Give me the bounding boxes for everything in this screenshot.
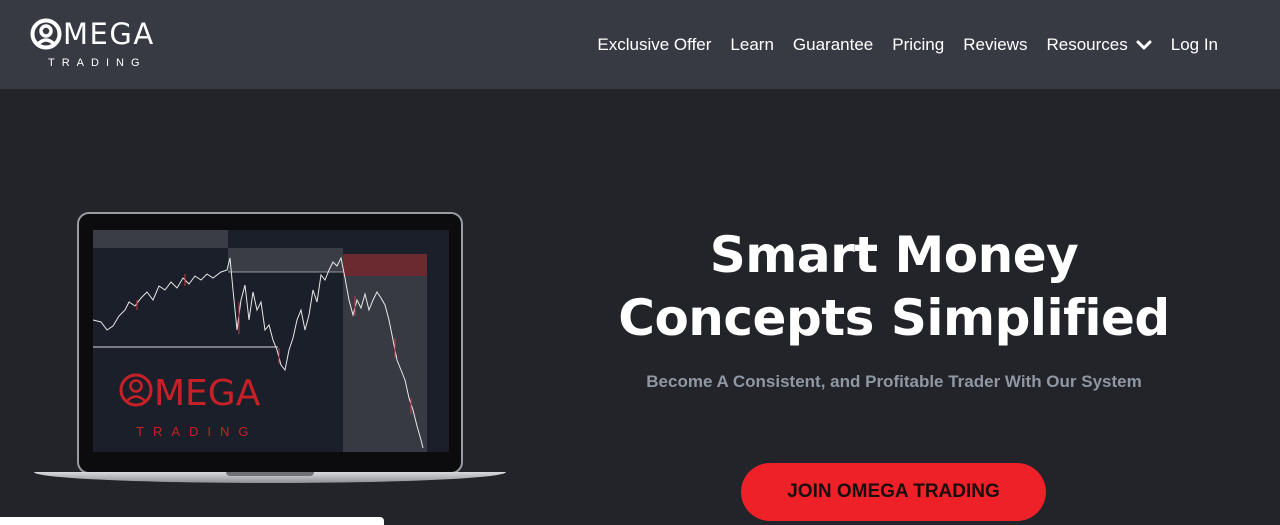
screen-logo-wordmark: MEGA [154,373,261,414]
brand-logo[interactable]: MEGA TRADING [30,18,190,72]
nav-reviews[interactable]: Reviews [963,35,1027,55]
nav-resources-dropdown[interactable]: Resources [1046,35,1152,55]
logo-mark: MEGA [30,18,155,50]
hero-title-line-1: Smart Money [709,226,1079,284]
nav-guarantee[interactable]: Guarantee [793,35,873,55]
nav-pricing[interactable]: Pricing [892,35,944,55]
hero-subtitle: Become A Consistent, and Profitable Trad… [646,372,1142,391]
laptop-illustration: MEGA TRADING [34,212,506,484]
laptop-screen: MEGA TRADING [93,230,449,452]
hero-title: Smart Money Concepts Simplified [600,224,1188,350]
chevron-down-icon [1136,40,1152,50]
nav-label: Pricing [892,35,945,54]
trading-chart-image: MEGA TRADING [93,230,427,452]
laptop-notch [226,472,314,476]
screen-omega-logo-icon [119,373,153,407]
omega-logo-icon [30,18,62,50]
nav-label: Resources [1046,35,1128,54]
nav-log-in[interactable]: Log In [1171,35,1218,55]
logo-wordmark: MEGA [63,17,155,51]
screen-logo-subtitle: TRADING [136,424,258,439]
laptop-lid: MEGA TRADING [77,212,463,474]
nav-label: Guarantee [792,35,874,54]
nav-exclusive-offer[interactable]: Exclusive Offer [597,35,711,55]
join-button[interactable]: JOIN OMEGA TRADING [741,463,1046,521]
nav-label: Learn [730,35,774,54]
hero-title-line-2: Concepts Simplified [618,289,1170,347]
logo-subtitle: TRADING [48,57,147,69]
nav-label: Log In [1170,35,1218,54]
main-nav: Exclusive Offer Learn Guarantee Pricing … [597,30,1218,60]
popup-panel-edge [0,517,384,525]
nav-learn[interactable]: Learn [730,35,773,55]
nav-label: Reviews [963,35,1028,54]
site-header: MEGA TRADING Exclusive Offer Learn Guara… [0,0,1280,89]
nav-label: Exclusive Offer [597,35,712,54]
